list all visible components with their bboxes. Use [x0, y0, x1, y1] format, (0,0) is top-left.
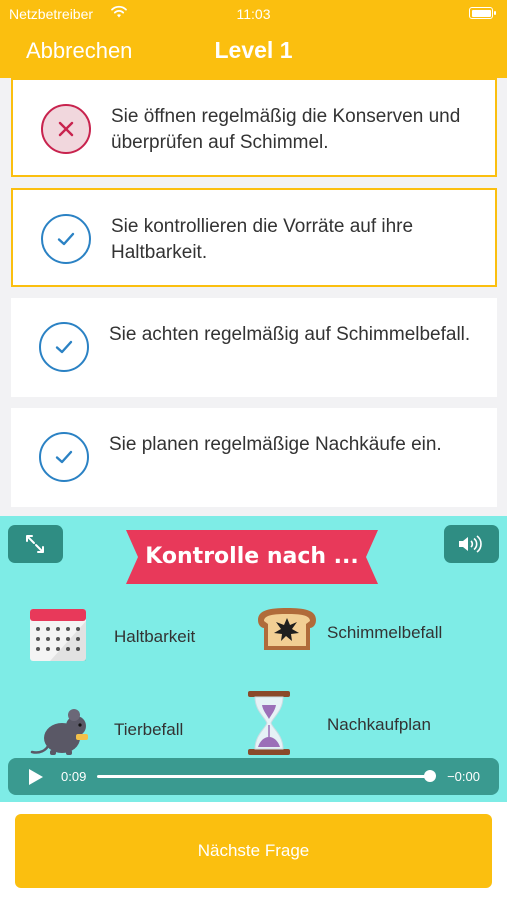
answer-option[interactable]: Sie kontrollieren die Vorräte auf ihre H… [11, 188, 497, 287]
hourglass-icon [248, 691, 290, 755]
answer-text: Sie öffnen regelmäßig die Konserven und … [111, 106, 461, 153]
item-label-nachkaufplan: Nachkaufplan [327, 715, 431, 734]
time-remaining: −0:00 [447, 769, 480, 784]
status-bar: Netzbetreiber 11:03 [0, 0, 507, 28]
answer-option[interactable]: Sie planen regelmäßige Nachkäufe ein. [11, 408, 497, 507]
answer-text: Sie achten regelmäßig auf Schimmelbefall… [109, 324, 471, 345]
checkmark-icon [39, 322, 89, 372]
answer-option[interactable]: Sie öffnen regelmäßig die Konserven und … [11, 78, 497, 177]
bottom-bar: Nächste Frage [0, 802, 507, 900]
item-label-tierbefall: Tierbefall [114, 720, 184, 739]
calendar-icon [30, 609, 86, 661]
answer-list[interactable]: Sie öffnen regelmäßig die Konserven und … [0, 78, 507, 516]
status-time: 11:03 [236, 6, 271, 22]
audio-player: 0:09 −0:00 [8, 758, 499, 795]
answer-text: Sie kontrollieren die Vorräte auf ihre H… [111, 216, 414, 263]
header: Netzbetreiber 11:03 Abbrechen Level 1 [0, 0, 507, 78]
expand-button[interactable] [8, 525, 63, 563]
progress-scrubber[interactable] [97, 775, 431, 778]
page-title: Level 1 [214, 37, 293, 63]
answer-text: Sie planen regelmäßige Nachkäufe ein. [109, 434, 442, 455]
media-panel: Kontrolle nach ... Haltbarkeit Schimmelb… [0, 516, 507, 802]
sound-button[interactable] [444, 525, 499, 563]
play-icon[interactable] [27, 769, 43, 785]
scrubber-handle[interactable] [424, 770, 436, 782]
speaker-icon [459, 535, 482, 553]
answer-option[interactable]: Sie achten regelmäßig auf Schimmelbefall… [11, 298, 497, 397]
wrong-mark-icon [41, 104, 91, 154]
item-label-haltbarkeit: Haltbarkeit [114, 627, 196, 646]
banner-title: Kontrolle nach ... [145, 544, 359, 569]
next-question-button[interactable]: Nächste Frage [15, 814, 492, 888]
time-elapsed: 0:09 [61, 769, 87, 784]
battery-icon [469, 7, 496, 19]
moldy-bread-icon [258, 608, 316, 650]
mouse-icon [30, 709, 88, 755]
checkmark-icon [41, 214, 91, 264]
checkmark-icon [39, 432, 89, 482]
item-label-schimmelbefall: Schimmelbefall [327, 623, 443, 642]
expand-icon [26, 535, 44, 553]
